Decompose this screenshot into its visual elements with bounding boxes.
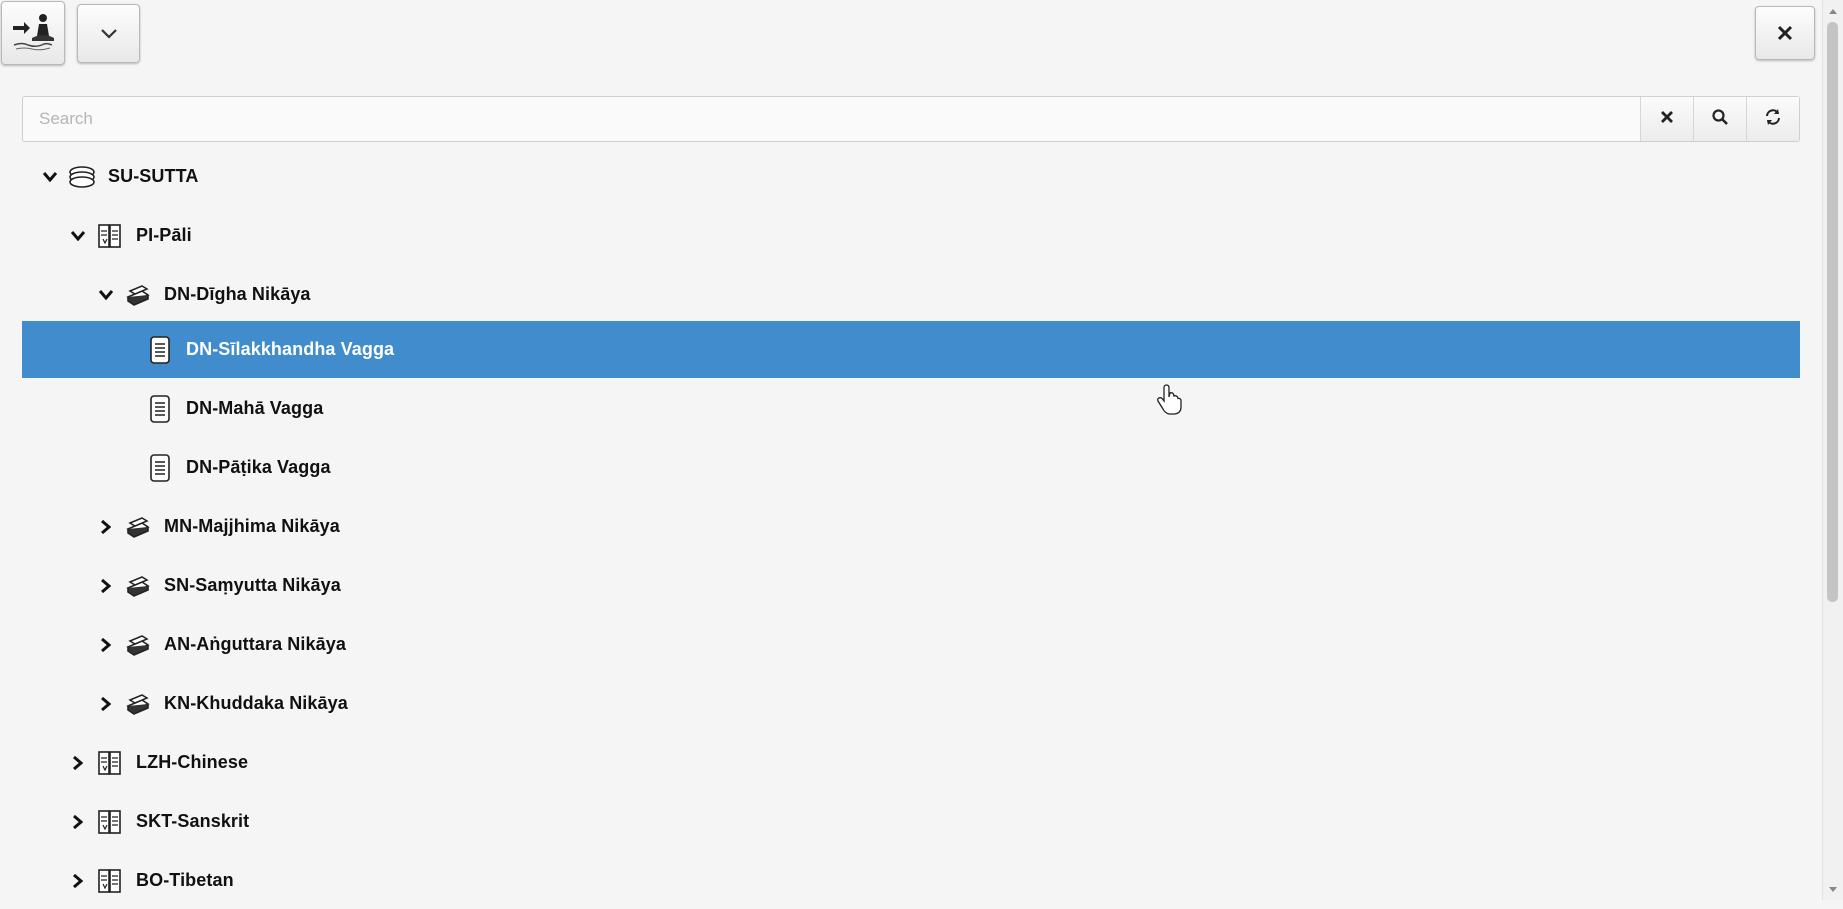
close-button[interactable] [1755,6,1815,60]
collection-icon [64,159,100,195]
refresh-icon [1764,108,1782,131]
meditating-figure-logo-icon [10,8,56,59]
books-stack-icon [120,568,156,604]
tree-node-label: DN-Pāṭika Vagga [186,457,331,477]
tree-node-sn-samyutta-nikaya[interactable]: SN-Saṃyutta Nikāya [22,557,1800,614]
tree-node-label: DN-Sīlakkhandha Vagga [186,339,395,359]
tree-node-label: KN-Khuddaka Nikāya [164,693,348,713]
tree-node-label: PI-Pāli [136,225,192,245]
books-stack-icon [120,277,156,313]
chevron-right-icon[interactable] [64,734,92,791]
tree-node-label: DN-Dīgha Nikāya [164,284,311,304]
chevron-right-icon[interactable] [92,675,120,732]
tree-node-dn-patika-vagga[interactable]: DN-Pāṭika Vagga [22,439,1800,496]
tree-node-dn-digha-nikaya[interactable]: DN-Dīgha Nikāya [22,266,1800,323]
tree-node-pi-pali[interactable]: PI-Pāli [22,207,1800,264]
tree-node-mn-majjhima-nikaya[interactable]: MN-Majjhima Nikāya [22,498,1800,555]
chevron-right-icon[interactable] [64,793,92,850]
tree-node-dn-silakkhandha-vagga[interactable]: DN-Sīlakkhandha Vagga [22,321,1800,378]
tree-node-label: LZH-Chinese [136,752,249,772]
chevron-down-icon [100,28,118,40]
tree-node-label: SKT-Sanskrit [136,811,250,831]
vertical-scrollbar[interactable] [1822,0,1843,900]
language-book-icon [92,863,128,899]
tree-node-bo-tibetan[interactable]: BO-Tibetan [22,852,1800,909]
clear-x-icon [1660,110,1674,129]
language-book-icon [92,218,128,254]
magnifier-icon [1711,108,1729,131]
close-icon [1777,25,1793,41]
search-bar [22,96,1800,142]
scroll-down-arrow-icon[interactable] [1823,880,1843,898]
tree-node-skt-sanskrit[interactable]: SKT-Sanskrit [22,793,1800,850]
language-book-icon [92,804,128,840]
language-book-icon [92,745,128,781]
chevron-down-icon[interactable] [92,266,120,323]
top-toolbar [0,0,1843,70]
refresh-button[interactable] [1746,97,1799,141]
tree-node-label: DN-Mahā Vagga [186,398,324,418]
menu-dropdown-button[interactable] [77,4,140,63]
document-icon [142,391,178,427]
scroll-up-arrow-icon[interactable] [1823,2,1843,20]
tree-node-label: SN-Saṃyutta Nikāya [164,575,341,595]
tree-node-su-sutta[interactable]: SU-SUTTA [22,148,1800,205]
search-input[interactable] [23,97,1640,141]
search-button[interactable] [1693,97,1746,141]
tree-node-label: MN-Majjhima Nikāya [164,516,340,536]
books-stack-icon [120,627,156,663]
scrollbar-thumb[interactable] [1827,22,1838,602]
tree-node-dn-maha-vagga[interactable]: DN-Mahā Vagga [22,380,1800,437]
tree-node-label: AN-Aṅguttara Nikāya [164,634,346,654]
tree-node-label: BO-Tibetan [136,870,234,890]
logo-button[interactable] [1,1,65,65]
clear-search-button[interactable] [1640,97,1693,141]
tree-node-an-anguttara-nikaya[interactable]: AN-Aṅguttara Nikāya [22,616,1800,673]
tree-node-kn-khuddaka-nikaya[interactable]: KN-Khuddaka Nikāya [22,675,1800,732]
chevron-down-icon[interactable] [36,148,64,205]
books-stack-icon [120,686,156,722]
hand-pointer-cursor-icon [1156,384,1184,421]
tree-node-lzh-chinese[interactable]: LZH-Chinese [22,734,1800,791]
document-icon [142,332,178,368]
books-stack-icon [120,509,156,545]
chevron-right-icon[interactable] [92,557,120,614]
chevron-right-icon[interactable] [92,498,120,555]
chevron-down-icon[interactable] [64,207,92,264]
chevron-right-icon[interactable] [92,616,120,673]
tree-node-label: SU-SUTTA [108,166,199,186]
chevron-right-icon[interactable] [64,852,92,909]
document-icon [142,450,178,486]
